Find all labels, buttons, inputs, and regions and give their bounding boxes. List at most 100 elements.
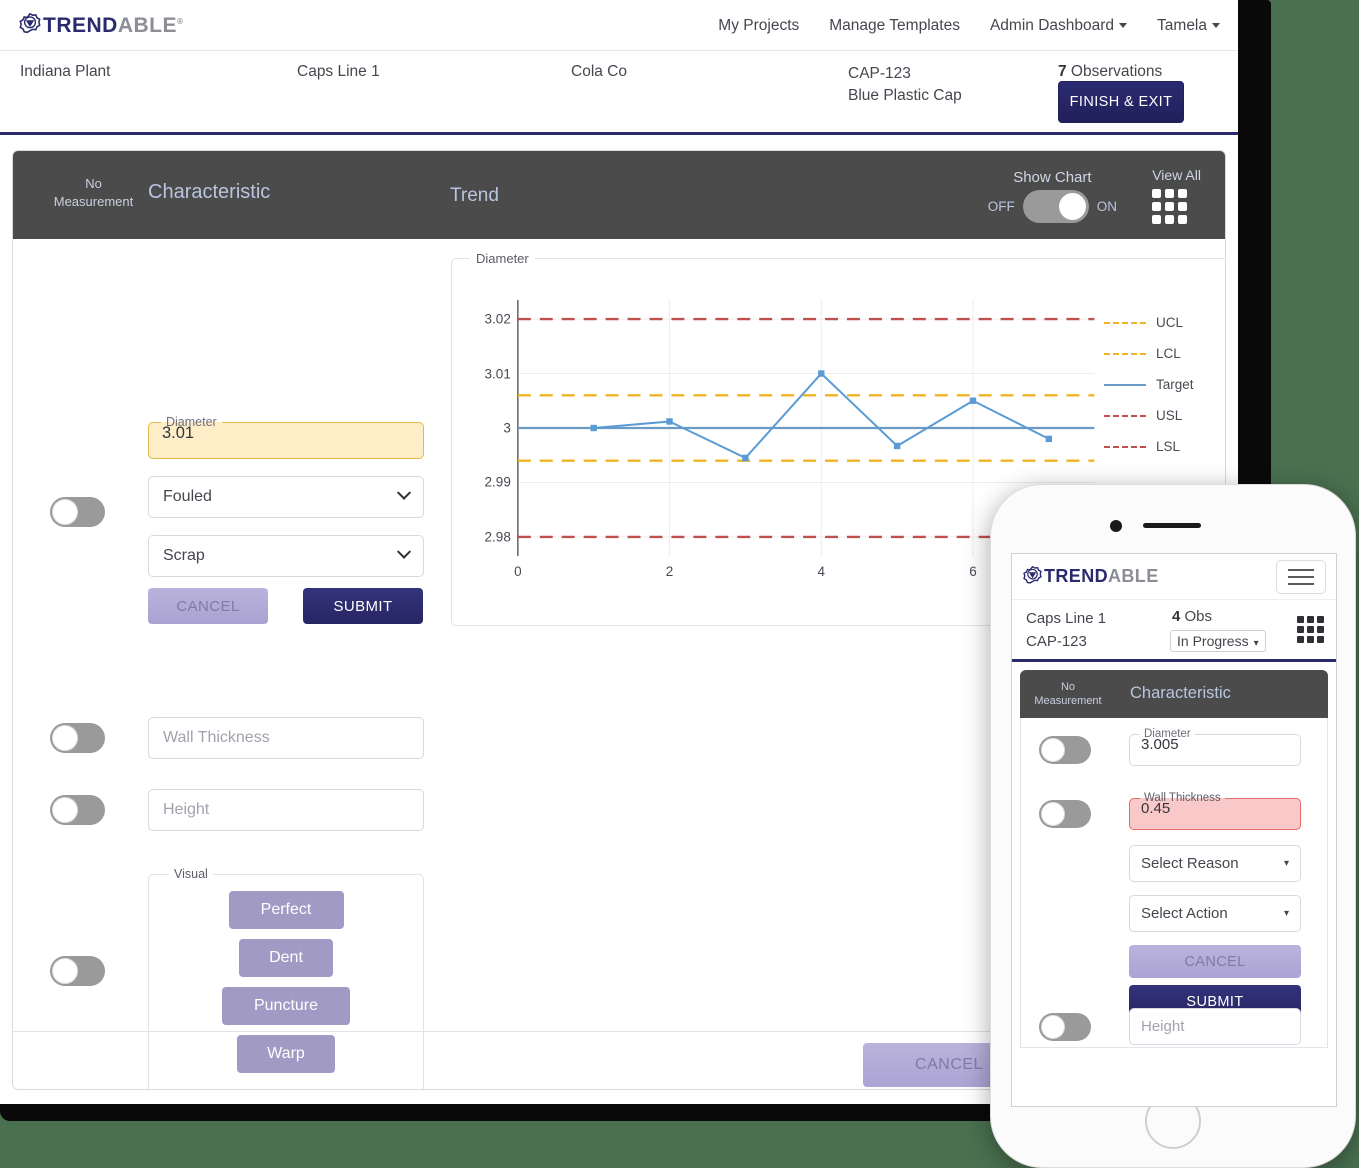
no-measurement-toggle-diameter[interactable] — [50, 497, 105, 527]
phone-screen: TRENDABLE Caps Line 1 CAP-123 4 Obs In P… — [1011, 553, 1337, 1107]
no-measurement-toggle-wall-thickness[interactable] — [50, 723, 105, 753]
context-line: Caps Line 1 — [297, 63, 380, 80]
phone-toggle-wall-thickness[interactable] — [1039, 800, 1091, 828]
chart-x-tick-label: 2 — [665, 564, 674, 579]
nav-link-user-menu[interactable]: Tamela — [1157, 17, 1220, 35]
chart-legend-item: LCL — [1104, 343, 1222, 364]
no-measurement-toggle-visual[interactable] — [50, 956, 105, 986]
chevron-down-icon — [1212, 22, 1220, 28]
chart-legend: UCL LCL Target USL LSL — [1104, 312, 1222, 467]
trendable-gear-logo-icon — [19, 13, 41, 34]
phone-action-select[interactable]: Select Action ▾ — [1129, 895, 1301, 932]
phone-logo-text-primary: TREND — [1044, 566, 1108, 586]
nav-link-label: Manage Templates — [829, 16, 960, 34]
chart-y-tick-label: 2.99 — [484, 474, 511, 490]
observations-label: Observations — [1066, 63, 1163, 80]
visual-option-dent[interactable]: Dent — [239, 939, 333, 977]
chevron-down-icon: ▾ — [1253, 638, 1259, 649]
phone-toggle-height[interactable] — [1039, 1013, 1091, 1041]
context-plant: Indiana Plant — [20, 63, 111, 80]
column-header-trend: Trend — [450, 185, 499, 206]
toggle-knob — [52, 958, 78, 984]
context-part-name: Blue Plastic Cap — [848, 87, 962, 105]
phone-context-line: Caps Line 1 — [1026, 610, 1107, 627]
finish-and-exit-label: FINISH & EXIT — [1069, 94, 1173, 110]
toggle-knob — [52, 725, 78, 751]
chevron-down-icon: ▾ — [1283, 858, 1289, 869]
chart-legend-label: USL — [1156, 408, 1183, 423]
height-input[interactable]: Height — [148, 789, 424, 831]
chevron-down-icon — [396, 544, 412, 559]
diameter-field[interactable]: Diameter 3.01 — [148, 415, 424, 459]
toggle-knob — [1041, 738, 1065, 762]
view-all-label: View All — [1152, 167, 1201, 183]
chevron-down-icon — [1119, 22, 1128, 28]
chart-y-tick-label: 3.02 — [484, 311, 511, 327]
chart-legend-item: LSL — [1104, 436, 1222, 457]
hamburger-menu-icon[interactable] — [1276, 559, 1326, 594]
view-all-button[interactable]: View All — [1152, 167, 1201, 224]
grid-view-icon — [1152, 189, 1201, 224]
nav-link-manage-templates[interactable]: Manage Templates — [829, 17, 960, 35]
trendable-gear-logo-icon — [1023, 566, 1042, 584]
show-chart-toggle[interactable] — [1022, 190, 1089, 223]
height-placeholder: Height — [163, 801, 210, 818]
phone-no-measurement-line1: No — [1060, 681, 1076, 693]
no-measurement-line1: No — [85, 176, 102, 191]
nav-links: My Projects Manage Templates Admin Dashb… — [718, 0, 1220, 51]
phone-logo-text-secondary: ABLE — [1108, 566, 1159, 586]
chart-legend-label: UCL — [1156, 315, 1184, 330]
toggle-knob — [1041, 802, 1065, 826]
toggle-on-label: ON — [1096, 199, 1117, 214]
finish-and-exit-button[interactable]: FINISH & EXIT — [1058, 81, 1184, 123]
phone-observations: 4 Obs — [1172, 608, 1212, 625]
phone-card-body: Diameter 3.005 Wall Thickness 0.45 Selec… — [1020, 718, 1328, 1048]
top-navigation-bar: TRENDABLE® My Projects Manage Templates … — [0, 0, 1238, 51]
visual-option-puncture[interactable]: Puncture — [222, 987, 350, 1025]
context-part-number: CAP-123 — [848, 65, 911, 82]
chart-x-tick-label: 6 — [969, 564, 977, 579]
show-chart-label: Show Chart — [1013, 169, 1092, 186]
phone-wall-thickness-field[interactable]: Wall Thickness 0.45 — [1129, 792, 1301, 830]
chart-y-tick-label: 3 — [503, 420, 511, 436]
chart-y-tick-label: 2.98 — [484, 529, 511, 545]
diameter-field-value: 3.01 — [162, 424, 195, 442]
phone-measurement-card: No Measurement Characteristic Diameter 3… — [1020, 670, 1328, 1048]
reason-select[interactable]: Fouled — [148, 476, 424, 518]
toggle-knob — [52, 797, 78, 823]
nav-link-my-projects[interactable]: My Projects — [718, 17, 799, 35]
app-logo[interactable]: TRENDABLE® — [18, 13, 183, 37]
nav-link-admin-dashboard[interactable]: Admin Dashboard — [990, 17, 1128, 35]
chart-legend-swatch — [1104, 414, 1146, 417]
observations-count: 7 — [1058, 63, 1067, 80]
phone-diameter-field[interactable]: Diameter 3.005 — [1129, 728, 1301, 766]
phone-column-header-characteristic: Characteristic — [1130, 684, 1231, 702]
visual-label: Visual — [174, 867, 208, 881]
reason-select-value: Fouled — [163, 488, 212, 505]
phone-action-value: Select Action — [1141, 905, 1228, 922]
phone-height-input[interactable]: Height — [1129, 1008, 1301, 1045]
toggle-off-label: OFF — [987, 199, 1015, 214]
context-part: CAP-123 Blue Plastic Cap — [848, 63, 962, 108]
wall-thickness-input[interactable]: Wall Thickness — [148, 717, 424, 759]
phone-cancel-button[interactable]: CANCEL — [1129, 945, 1301, 978]
chart-y-tick-label: 3.01 — [484, 366, 511, 382]
phone-toggle-diameter[interactable] — [1039, 736, 1091, 764]
chart-x-tick-label: 0 — [514, 564, 522, 579]
column-header-characteristic: Characteristic — [148, 181, 271, 203]
phone-reason-value: Select Reason — [1141, 855, 1239, 872]
phone-grid-view-icon[interactable] — [1297, 616, 1324, 643]
phone-status-value: In Progress — [1177, 633, 1249, 649]
phone-camera — [1110, 520, 1122, 532]
show-chart-control: Show Chart OFF ON — [988, 169, 1117, 223]
phone-reason-select[interactable]: Select Reason ▾ — [1129, 845, 1301, 882]
logo-text: TRENDABLE® — [43, 15, 183, 36]
column-header-no-measurement: No Measurement — [46, 175, 141, 210]
phone-status-select[interactable]: In Progress ▾ — [1170, 630, 1266, 652]
action-select[interactable]: Scrap — [148, 535, 424, 577]
submit-button[interactable]: SUBMIT — [303, 588, 423, 624]
toggle-knob — [52, 499, 78, 525]
cancel-button[interactable]: CANCEL — [148, 588, 268, 624]
visual-option-perfect[interactable]: Perfect — [228, 891, 344, 929]
no-measurement-toggle-height[interactable] — [50, 795, 105, 825]
